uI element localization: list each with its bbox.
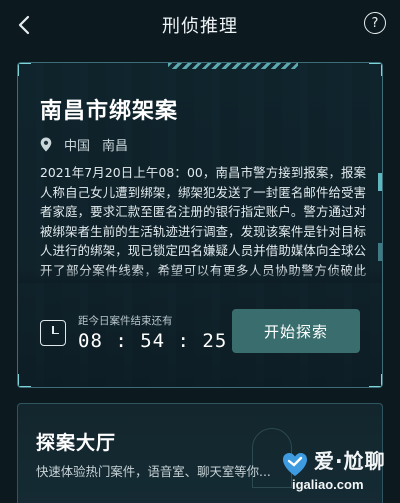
- card-corner: [18, 63, 31, 76]
- site-watermark: 爱·尬聊 igaliao.com: [278, 443, 394, 499]
- watermark-brand: 爱·尬聊: [314, 449, 386, 473]
- chevron-left-icon: [18, 15, 30, 35]
- question-icon: ?: [371, 15, 379, 31]
- card-corner: [369, 374, 382, 387]
- top-bar: 刑侦推理 ?: [0, 0, 400, 50]
- card-stripe-decoration: [168, 63, 298, 69]
- case-location: 中国 南昌: [40, 135, 128, 154]
- case-title: 南昌市绑架案: [40, 99, 179, 124]
- hall-subtitle: 快速体验热门案件，语音室、聊天室等你...: [36, 464, 271, 479]
- case-countdown: 距今日案件结束还有 08 : 54 : 25: [40, 313, 227, 352]
- heart-logo-icon: [283, 453, 307, 476]
- case-card: 南昌市绑架案 中国 南昌 2021年7月20日上午08：00，南昌市警方接到报案…: [17, 62, 383, 388]
- card-corner: [369, 63, 382, 76]
- card-edge-tick: [378, 243, 382, 261]
- location-city: 南昌: [102, 139, 129, 154]
- card-corner: [18, 374, 31, 387]
- card-edge-tick: [378, 173, 382, 191]
- page-title: 刑侦推理: [162, 16, 238, 37]
- countdown-value: 08 : 54 : 25: [78, 330, 228, 352]
- clock-icon: [40, 319, 66, 346]
- start-explore-button[interactable]: 开始探索: [232, 309, 360, 353]
- help-button[interactable]: ?: [364, 12, 386, 34]
- case-description: 2021年7月20日上午08：00，南昌市警方接到报案，报案人称自己女儿遭到绑架…: [40, 165, 366, 278]
- location-pin-icon: [40, 137, 52, 152]
- location-country: 中国: [64, 139, 91, 154]
- back-button[interactable]: [10, 11, 38, 39]
- watermark-url: igaliao.com: [292, 477, 364, 492]
- countdown-label: 距今日案件结束还有: [78, 315, 173, 327]
- description-fade: [18, 269, 382, 283]
- hall-title: 探案大厅: [36, 432, 117, 454]
